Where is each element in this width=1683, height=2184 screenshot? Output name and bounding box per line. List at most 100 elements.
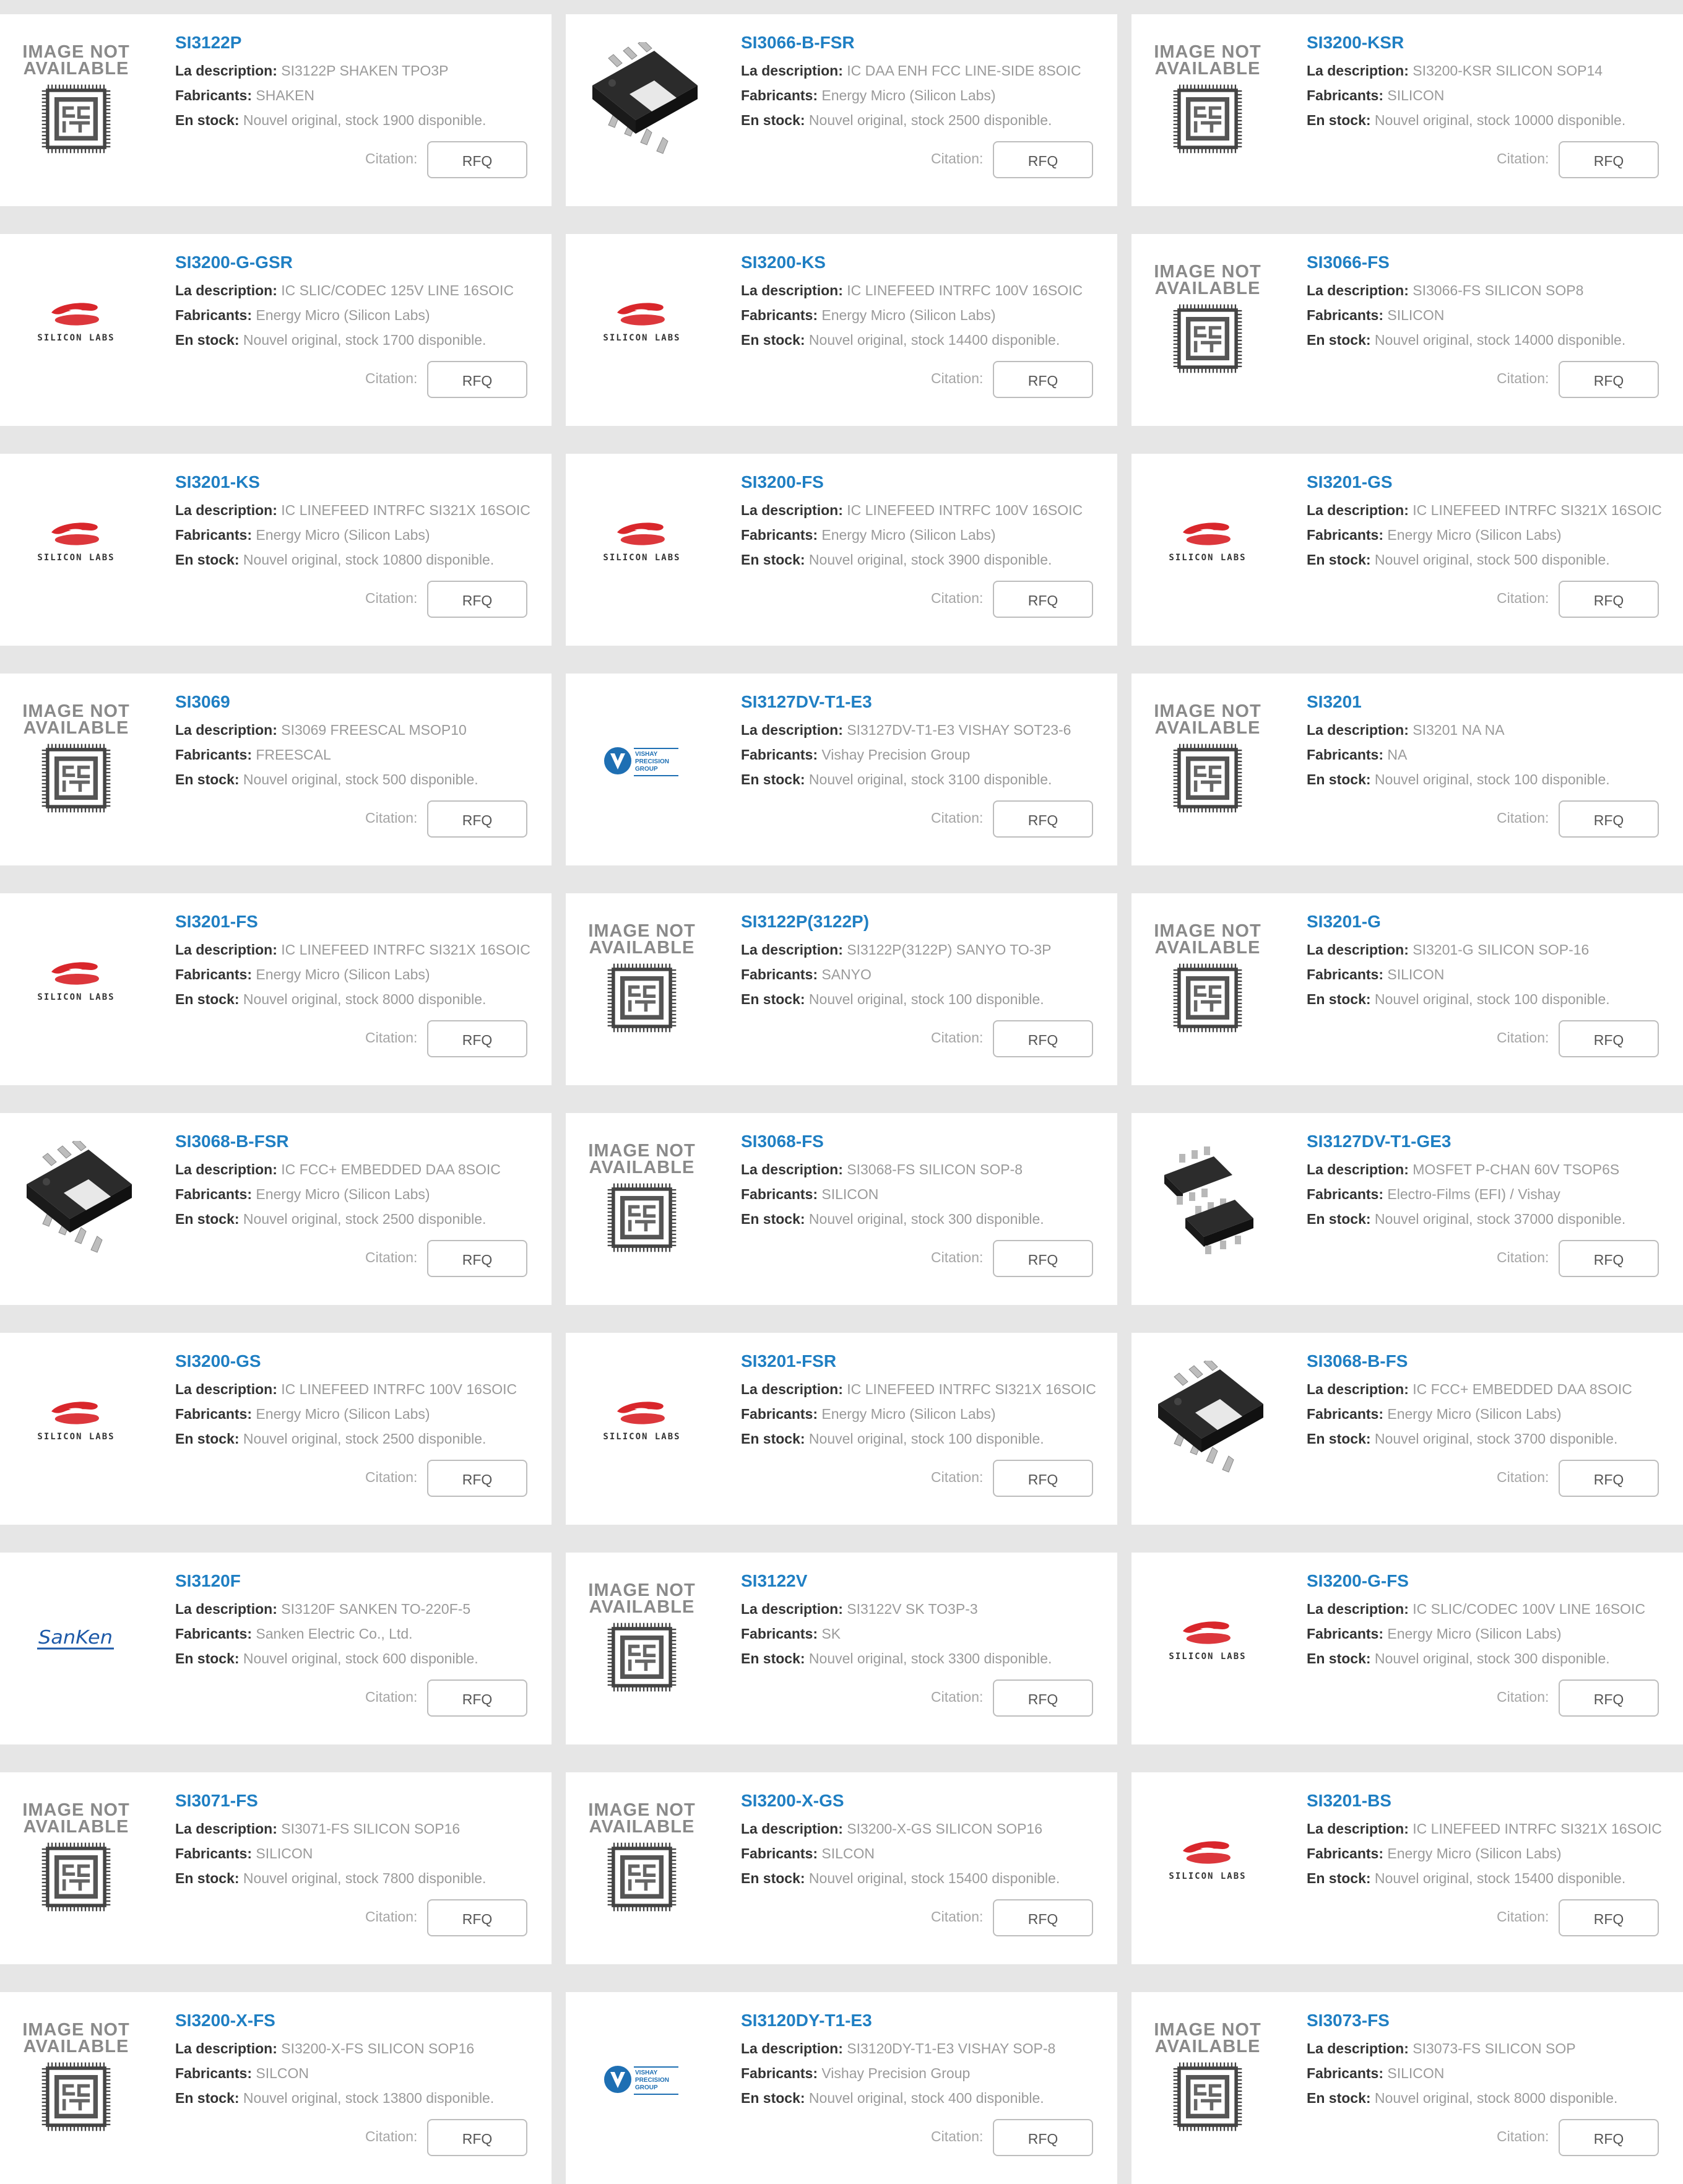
rfq-button[interactable]: RFQ: [427, 1020, 527, 1057]
rfq-button[interactable]: RFQ: [993, 2119, 1093, 2156]
part-number-link[interactable]: SI3200-X-FS: [175, 2011, 275, 2030]
image-na-text: AVAILABLE: [589, 1157, 695, 1177]
part-number-link[interactable]: SI3200-G-FS: [1307, 1571, 1409, 1591]
rfq-button[interactable]: RFQ: [1559, 1020, 1659, 1057]
part-number-link[interactable]: SI3201-G: [1307, 912, 1381, 932]
quote-label: Citation:: [931, 810, 984, 826]
part-number-link[interactable]: SI3068-B-FS: [1307, 1351, 1408, 1371]
part-number-link[interactable]: SI3122P: [175, 33, 241, 53]
rfq-button[interactable]: RFQ: [427, 800, 527, 838]
part-number-link[interactable]: SI3066-B-FSR: [741, 33, 855, 53]
rfq-button[interactable]: RFQ: [1559, 361, 1659, 398]
description-label: La description:: [1307, 722, 1409, 738]
description-label: La description:: [741, 1601, 843, 1617]
part-number-link[interactable]: SI3068-B-FSR: [175, 1132, 289, 1151]
description-row: La description: IC LINEFEED INTRFC SI321…: [1307, 1821, 1662, 1837]
rfq-button[interactable]: RFQ: [427, 2119, 527, 2156]
rfq-button[interactable]: RFQ: [427, 1240, 527, 1277]
part-number-link[interactable]: SI3201-FS: [175, 912, 258, 932]
rfq-button[interactable]: RFQ: [427, 581, 527, 618]
part-number-link[interactable]: SI3201-FSR: [741, 1351, 836, 1371]
stock-row: En stock: Nouvel original, stock 8000 di…: [175, 991, 486, 1008]
part-number-link[interactable]: SI3200-KS: [741, 253, 826, 272]
rfq-button[interactable]: RFQ: [993, 1020, 1093, 1057]
rfq-button[interactable]: RFQ: [1559, 2119, 1659, 2156]
manufacturer-label: Fabricants:: [741, 1845, 818, 1861]
part-number-link[interactable]: SI3201: [1307, 692, 1362, 712]
part-number-link[interactable]: SI3120F: [175, 1571, 241, 1591]
manufacturer-value: Vishay Precision Group: [821, 747, 971, 763]
quote-label: Citation:: [931, 1029, 984, 1046]
image-not-available: IMAGE NOT AVAILABLE: [1143, 918, 1273, 1042]
vishay-text: GROUP: [635, 2084, 658, 2091]
manufacturer-row: Fabricants: Energy Micro (Silicon Labs): [175, 1406, 430, 1423]
rfq-button[interactable]: RFQ: [993, 800, 1093, 838]
rfq-button[interactable]: RFQ: [427, 141, 527, 178]
part-number-link[interactable]: SI3201-GS: [1307, 472, 1393, 492]
rfq-button[interactable]: RFQ: [993, 1460, 1093, 1497]
rfq-button[interactable]: RFQ: [993, 361, 1093, 398]
description-value: SI3127DV-T1-E3 VISHAY SOT23-6: [847, 722, 1071, 738]
product-card: SI3068-B-FSR La description: IC FCC+ EMBE…: [0, 1113, 552, 1305]
stock-value: Nouvel original, stock 14400 disponible.: [808, 332, 1060, 348]
part-number-link[interactable]: SI3068-FS: [741, 1132, 824, 1151]
manufacturer-label: Fabricants:: [175, 527, 252, 543]
description-value: SI3069 FREESCAL MSOP10: [281, 722, 467, 738]
part-number-link[interactable]: SI3127DV-T1-GE3: [1307, 1132, 1451, 1151]
description-value: SI3200-X-FS SILICON SOP16: [281, 2040, 475, 2056]
rfq-button[interactable]: RFQ: [1559, 800, 1659, 838]
description-label: La description:: [1307, 2040, 1409, 2056]
manufacturer-row: Fabricants: Vishay Precision Group: [741, 747, 970, 763]
rfq-button[interactable]: RFQ: [1559, 1240, 1659, 1277]
part-number-link[interactable]: SI3071-FS: [175, 1791, 258, 1811]
stock-row: En stock: Nouvel original, stock 2500 di…: [741, 112, 1052, 129]
description-row: La description: SI3120F SANKEN TO-220F-5: [175, 1601, 470, 1618]
part-number-link[interactable]: SI3122P(3122P): [741, 912, 869, 932]
rfq-button[interactable]: RFQ: [1559, 141, 1659, 178]
part-number-link[interactable]: SI3200-KSR: [1307, 33, 1404, 53]
rfq-button[interactable]: RFQ: [1559, 581, 1659, 618]
description-value: IC LINEFEED INTRFC 100V 16SOIC: [847, 502, 1083, 518]
rfq-button[interactable]: RFQ: [1559, 1679, 1659, 1717]
quote-label: Citation:: [1497, 1689, 1549, 1705]
description-value: IC LINEFEED INTRFC SI321X 16SOIC: [1413, 1821, 1662, 1837]
part-number-link[interactable]: SI3200-GS: [175, 1351, 261, 1371]
image-not-available: IMAGE NOT AVAILABLE: [11, 2017, 141, 2141]
part-number-link[interactable]: SI3200-X-GS: [741, 1791, 844, 1811]
part-number-link[interactable]: SI3120DY-T1-E3: [741, 2011, 872, 2030]
manufacturer-label: Fabricants:: [175, 1845, 252, 1861]
rfq-button[interactable]: RFQ: [1559, 1899, 1659, 1936]
part-number-link[interactable]: SI3122V: [741, 1571, 807, 1591]
rfq-button[interactable]: RFQ: [427, 1679, 527, 1717]
rfq-button[interactable]: RFQ: [993, 141, 1093, 178]
chip-icon: [40, 2055, 113, 2136]
rfq-button[interactable]: RFQ: [993, 1679, 1093, 1717]
part-number-link[interactable]: SI3201-BS: [1307, 1791, 1391, 1811]
rfq-button[interactable]: RFQ: [427, 361, 527, 398]
stock-row: En stock: Nouvel original, stock 1700 di…: [175, 332, 486, 349]
part-number-link[interactable]: SI3201-KS: [175, 472, 260, 492]
part-number-link[interactable]: SI3073-FS: [1307, 2011, 1390, 2030]
part-number-link[interactable]: SI3200-G-GSR: [175, 253, 293, 272]
manufacturer-label: Fabricants:: [741, 1626, 818, 1642]
manufacturer-label: Fabricants:: [175, 2065, 252, 2081]
image-na-text: IMAGE NOT: [1154, 41, 1261, 62]
part-number-link[interactable]: SI3066-FS: [1307, 253, 1390, 272]
stock-label: En stock:: [741, 1211, 805, 1227]
description-label: La description:: [175, 2040, 277, 2056]
vishay-text: VISHAY: [635, 751, 658, 758]
rfq-button[interactable]: RFQ: [427, 1460, 527, 1497]
manufacturer-label: Fabricants:: [175, 307, 252, 323]
rfq-button[interactable]: RFQ: [993, 581, 1093, 618]
stock-label: En stock:: [175, 1650, 240, 1666]
silicon-labs-wordmark: SILICON LABS: [37, 1431, 115, 1442]
part-number-link[interactable]: SI3127DV-T1-E3: [741, 692, 872, 712]
product-card: IMAGE NOT AVAILABLE SI3122P La description…: [0, 14, 552, 206]
part-number-link[interactable]: SI3200-FS: [741, 472, 824, 492]
stock-row: En stock: Nouvel original, stock 3100 di…: [741, 771, 1052, 788]
rfq-button[interactable]: RFQ: [993, 1899, 1093, 1936]
part-number-link[interactable]: SI3069: [175, 692, 230, 712]
rfq-button[interactable]: RFQ: [427, 1899, 527, 1936]
rfq-button[interactable]: RFQ: [993, 1240, 1093, 1277]
rfq-button[interactable]: RFQ: [1559, 1460, 1659, 1497]
